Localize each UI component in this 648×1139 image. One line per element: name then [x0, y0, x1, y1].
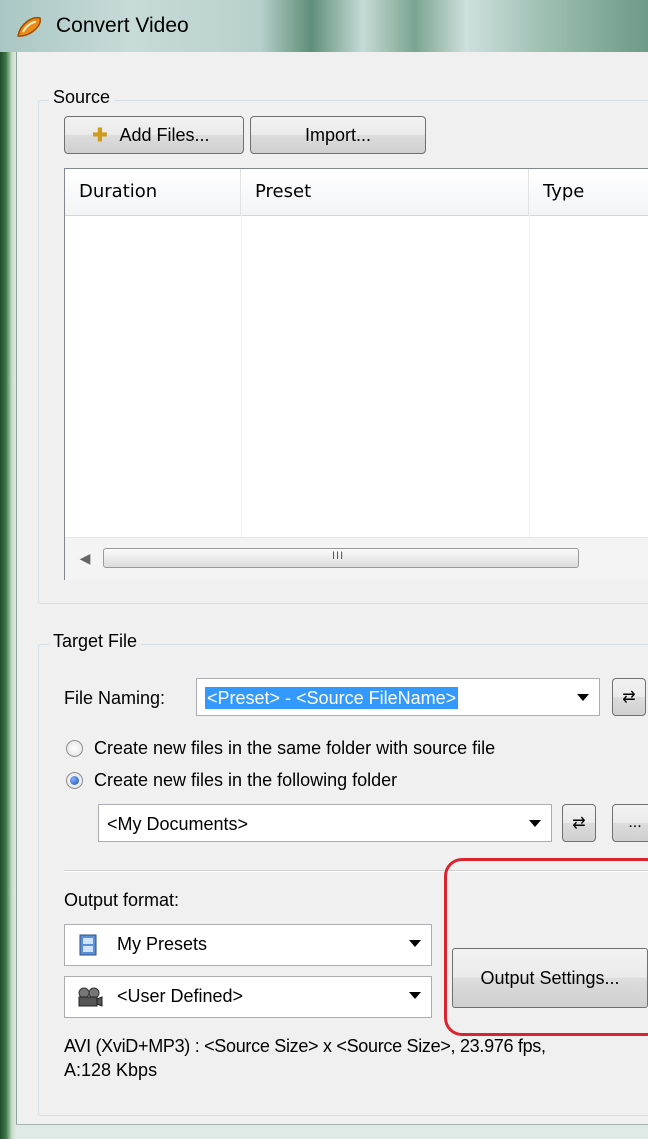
scroll-grip: III — [332, 550, 345, 562]
refresh-naming-button[interactable]: ⇄ — [612, 678, 646, 716]
window-title: Convert Video — [56, 14, 189, 37]
column-header-duration[interactable]: Duration — [65, 169, 241, 215]
chevron-down-icon[interactable] — [529, 820, 541, 827]
output-folder-combo[interactable]: <My Documents> — [98, 804, 552, 842]
column-header-preset[interactable]: Preset — [241, 169, 529, 215]
radio-same-folder[interactable] — [66, 740, 83, 757]
file-naming-value: <Preset> - <Source FileName> — [205, 687, 459, 709]
source-file-list[interactable]: Duration Preset Type ◀ III — [64, 168, 648, 580]
chevron-down-icon[interactable] — [409, 992, 421, 999]
target-group-label: Target File — [49, 631, 142, 652]
list-header: Duration Preset Type — [65, 169, 648, 216]
preset-group-value: My Presets — [117, 934, 208, 954]
chevron-down-icon[interactable] — [409, 940, 421, 947]
import-button[interactable]: Import... — [250, 116, 426, 154]
swap-arrows-icon: ⇄ — [572, 815, 586, 832]
plus-icon: ✚ — [92, 124, 108, 145]
output-summary-line1: AVI (XviD+MP3) : <Source Size> x <Source… — [64, 1036, 546, 1056]
file-naming-label: File Naming: — [64, 688, 166, 708]
horizontal-scrollbar[interactable]: ◀ III — [65, 537, 648, 580]
window-bottom-border — [16, 1124, 648, 1139]
add-files-button[interactable]: ✚ Add Files... — [64, 116, 244, 154]
preset-group-combo[interactable]: My Presets — [64, 924, 432, 966]
title-bar: Convert Video — [0, 0, 648, 52]
chevron-down-icon[interactable] — [577, 694, 589, 701]
browse-label: ... — [628, 814, 642, 831]
preset-value: <User Defined> — [117, 986, 244, 1006]
browse-folder-button[interactable]: ... — [612, 804, 648, 842]
radio-following-folder[interactable] — [66, 772, 83, 789]
swap-arrows-icon: ⇄ — [622, 689, 636, 706]
radio-following-folder-label[interactable]: Create new files in the following folder — [94, 770, 397, 791]
add-files-label: Add Files... — [119, 124, 210, 145]
import-label: Import... — [304, 124, 371, 145]
app-logo-icon — [17, 16, 42, 37]
convert-video-window: Convert Video Source ✚ Add Files... Impo… — [0, 0, 648, 1139]
column-header-type[interactable]: Type — [529, 169, 648, 215]
column-divider — [529, 215, 530, 537]
output-folder-value: <My Documents> — [107, 814, 249, 834]
file-naming-combo[interactable]: <Preset> - <Source FileName> — [196, 678, 600, 716]
source-group-label: Source — [49, 87, 115, 108]
column-divider — [241, 215, 242, 537]
refresh-folder-button[interactable]: ⇄ — [562, 804, 596, 842]
scroll-left-arrow-icon[interactable]: ◀ — [77, 548, 93, 568]
output-format-label: Output format: — [64, 890, 180, 910]
film-icon — [79, 934, 97, 956]
scroll-thumb[interactable]: III — [103, 548, 579, 568]
camera-icon — [78, 987, 103, 1007]
radio-same-folder-label[interactable]: Create new files in the same folder with… — [94, 738, 495, 759]
output-summary-line2: A:128 Kbps — [64, 1060, 158, 1080]
annotation-highlight — [444, 858, 648, 1036]
preset-combo[interactable]: <User Defined> — [64, 976, 432, 1018]
